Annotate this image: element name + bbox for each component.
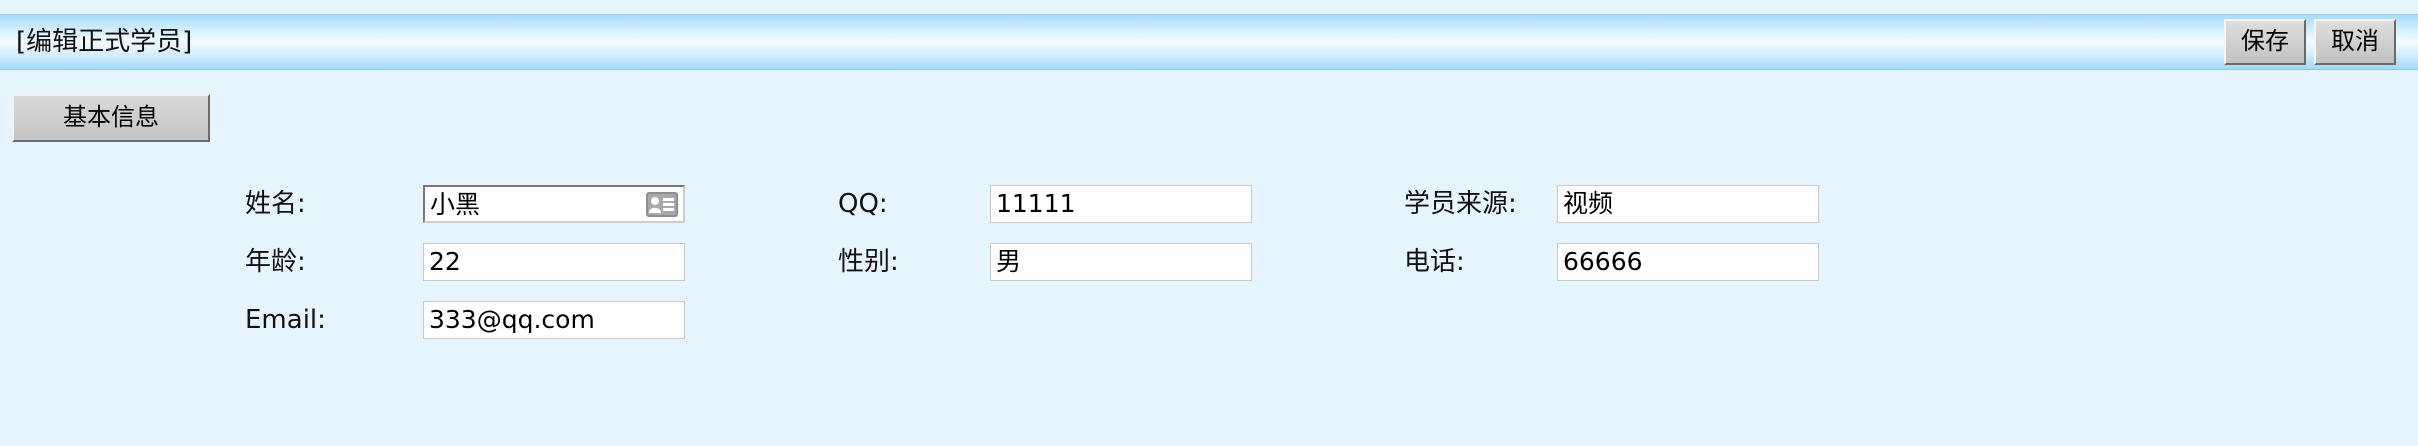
phone-label: 电话: [1404,247,1465,277]
qq-label: QQ: [838,189,888,219]
save-button[interactable]: 保存 [2224,19,2306,65]
email-field[interactable]: 333@qq.com [423,301,685,339]
name-label: 姓名: [245,189,306,219]
contact-card-icon[interactable] [645,191,679,218]
gender-label: 性别: [838,247,899,277]
gender-field[interactable]: 男 [990,243,1252,281]
page-title: [编辑正式学员] [16,27,193,57]
source-label: 学员来源: [1404,189,1517,219]
cancel-button[interactable]: 取消 [2314,19,2396,65]
name-value: 小黑 [430,190,481,219]
basic-info-tab[interactable]: 基本信息 [12,94,210,142]
name-field[interactable]: 小黑 [423,185,685,223]
edit-student-page: [编辑正式学员] 保存 取消 基本信息 姓名: 小黑 QQ: 11111 学员来… [0,0,2418,446]
qq-field[interactable]: 11111 [990,185,1252,223]
age-field[interactable]: 22 [423,243,685,281]
title-bar: [编辑正式学员] 保存 取消 [0,14,2418,70]
age-label: 年龄: [245,247,306,277]
phone-field[interactable]: 66666 [1557,243,1819,281]
email-label: Email: [245,305,326,335]
source-field[interactable]: 视频 [1557,185,1819,223]
